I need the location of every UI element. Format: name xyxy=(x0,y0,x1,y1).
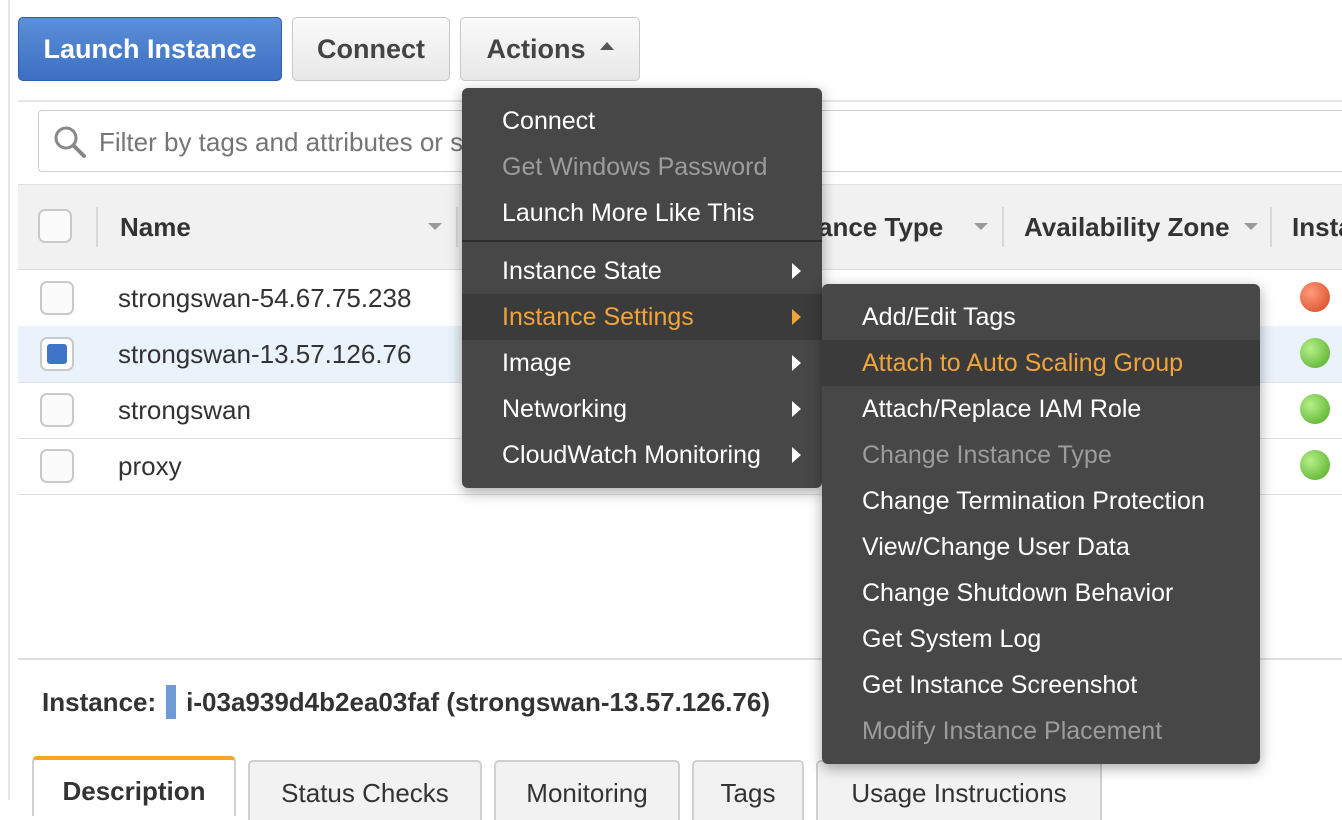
row-checkbox[interactable] xyxy=(40,337,74,371)
launch-instance-button[interactable]: Launch Instance xyxy=(18,17,282,81)
menu-item-label: Get Windows Password xyxy=(502,152,768,181)
column-header-name[interactable]: Name xyxy=(120,185,191,269)
menu-item-label: Change Termination Protection xyxy=(862,486,1205,515)
menu-item-instance-settings[interactable]: Instance Settings xyxy=(462,294,822,340)
sort-zone-icon[interactable] xyxy=(1242,185,1262,269)
menu-item-cloudwatch-monitoring[interactable]: CloudWatch Monitoring xyxy=(462,432,822,478)
instance-name: strongswan xyxy=(118,394,251,425)
status-running-icon xyxy=(1300,338,1330,368)
menu-item-label: Launch More Like This xyxy=(502,198,755,227)
menu-item-launch-more-like-this[interactable]: Launch More Like This xyxy=(462,190,822,236)
instance-id: i-03a939d4b2ea03faf (strongswan-13.57.12… xyxy=(186,686,771,717)
menu-item-label: Change Instance Type xyxy=(862,440,1112,469)
actions-button[interactable]: Actions xyxy=(460,17,640,81)
sort-type-icon[interactable] xyxy=(972,185,992,269)
column-divider xyxy=(96,207,98,247)
tab-monitoring[interactable]: Monitoring xyxy=(494,760,680,820)
column-header-instance-type[interactable]: ance Type xyxy=(818,185,943,269)
menu-item-label: Get System Log xyxy=(862,624,1042,653)
tab-label: Description xyxy=(62,776,206,806)
menu-item-connect[interactable]: Connect xyxy=(462,98,822,144)
chevron-right-icon xyxy=(792,447,801,463)
tab-label: Usage Instructions xyxy=(851,778,1067,808)
sort-name-icon[interactable] xyxy=(426,185,446,269)
menu-item-get-instance-screenshot[interactable]: Get Instance Screenshot xyxy=(822,662,1260,708)
menu-item-get-windows-password: Get Windows Password xyxy=(462,144,822,190)
menu-item-change-termination-protection[interactable]: Change Termination Protection xyxy=(822,478,1260,524)
menu-item-networking[interactable]: Networking xyxy=(462,386,822,432)
chevron-up-icon xyxy=(599,42,614,50)
column-header-availability-zone[interactable]: Availability Zone xyxy=(1024,185,1230,269)
menu-item-label: View/Change User Data xyxy=(862,532,1130,561)
chevron-right-icon xyxy=(792,355,801,371)
menu-item-change-shutdown-behavior[interactable]: Change Shutdown Behavior xyxy=(822,570,1260,616)
menu-item-modify-instance-placement: Modify Instance Placement xyxy=(822,708,1260,754)
menu-item-label: Networking xyxy=(502,394,628,423)
menu-item-label: Modify Instance Placement xyxy=(862,716,1163,745)
tab-label: Tags xyxy=(720,778,776,808)
column-header-instance-state[interactable]: Insta xyxy=(1292,185,1342,269)
tab-status-checks[interactable]: Status Checks xyxy=(248,760,482,820)
menu-item-label: Attach/Replace IAM Role xyxy=(862,394,1142,423)
actions-menu: Connect Get Windows Password Launch More… xyxy=(462,88,822,488)
connect-label: Connect xyxy=(317,33,425,64)
chevron-right-icon xyxy=(792,263,801,279)
instance-summary: Instance: i-03a939d4b2ea03faf (strongswa… xyxy=(42,682,770,722)
row-checkbox[interactable] xyxy=(40,393,74,427)
instance-name: proxy xyxy=(118,450,182,481)
chevron-right-icon xyxy=(792,309,801,325)
menu-item-label: Attach to Auto Scaling Group xyxy=(862,348,1184,377)
menu-item-label: Instance State xyxy=(502,256,662,285)
tab-description[interactable]: Description xyxy=(32,756,236,816)
launch-instance-label: Launch Instance xyxy=(43,33,257,64)
tab-label: Monitoring xyxy=(526,778,648,808)
column-divider xyxy=(1002,207,1004,247)
row-checkbox[interactable] xyxy=(40,449,74,483)
menu-divider xyxy=(462,240,822,242)
status-running-icon xyxy=(1300,394,1330,424)
menu-item-label: Instance Settings xyxy=(502,302,694,331)
tab-usage-instructions[interactable]: Usage Instructions xyxy=(816,760,1102,820)
menu-item-label: Add/Edit Tags xyxy=(862,302,1016,331)
instance-settings-submenu: Add/Edit Tags Attach to Auto Scaling Gro… xyxy=(822,284,1260,764)
instance-label: Instance: xyxy=(42,686,157,717)
menu-item-label: Connect xyxy=(502,106,596,135)
column-header-instance-state-label: Insta xyxy=(1292,211,1342,242)
menu-item-attach-auto-scaling-group[interactable]: Attach to Auto Scaling Group xyxy=(822,340,1260,386)
menu-item-image[interactable]: Image xyxy=(462,340,822,386)
instance-flag-icon xyxy=(166,685,177,719)
search-icon xyxy=(54,126,86,158)
actions-label: Actions xyxy=(486,33,586,64)
column-header-instance-type-label: ance Type xyxy=(818,211,944,242)
menu-item-change-instance-type: Change Instance Type xyxy=(822,432,1260,478)
chevron-right-icon xyxy=(792,401,801,417)
menu-item-label: Image xyxy=(502,348,572,377)
tab-tags[interactable]: Tags xyxy=(692,760,804,820)
instance-name: strongswan-54.67.75.238 xyxy=(118,282,412,313)
menu-item-add-edit-tags[interactable]: Add/Edit Tags xyxy=(822,294,1260,340)
menu-item-label: Change Shutdown Behavior xyxy=(862,578,1174,607)
menu-item-view-change-user-data[interactable]: View/Change User Data xyxy=(822,524,1260,570)
tab-label: Status Checks xyxy=(281,778,449,808)
select-all-checkbox[interactable] xyxy=(38,209,72,243)
column-header-availability-zone-label: Availability Zone xyxy=(1024,211,1230,242)
menu-item-get-system-log[interactable]: Get System Log xyxy=(822,616,1260,662)
status-running-icon xyxy=(1300,450,1330,480)
menu-item-instance-state[interactable]: Instance State xyxy=(462,248,822,294)
column-header-name-label: Name xyxy=(120,211,191,242)
connect-button[interactable]: Connect xyxy=(292,17,450,81)
menu-item-attach-replace-iam-role[interactable]: Attach/Replace IAM Role xyxy=(822,386,1260,432)
menu-item-label: CloudWatch Monitoring xyxy=(502,440,761,469)
status-stopped-icon xyxy=(1300,282,1330,312)
column-divider xyxy=(456,207,458,247)
column-divider xyxy=(1270,207,1272,247)
menu-item-label: Get Instance Screenshot xyxy=(862,670,1138,699)
row-checkbox[interactable] xyxy=(40,281,74,315)
left-border xyxy=(8,0,10,800)
instance-name: strongswan-13.57.126.76 xyxy=(118,338,412,369)
